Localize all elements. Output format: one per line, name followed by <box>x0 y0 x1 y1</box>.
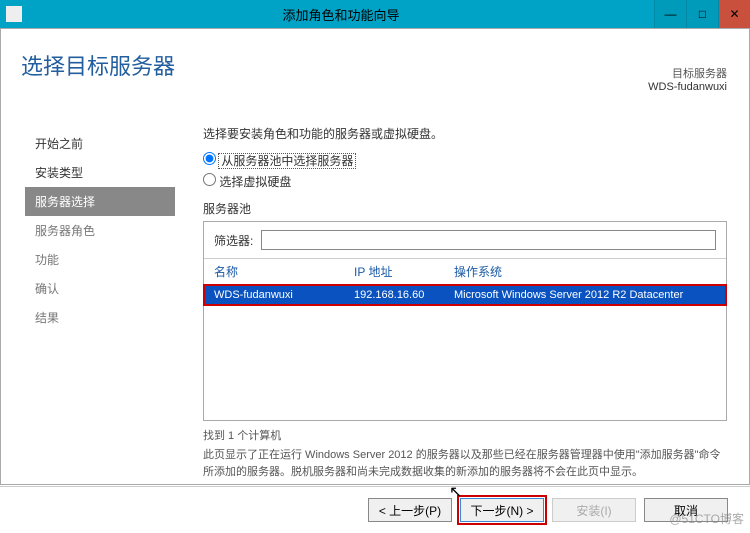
install-button: 安装(I) <box>552 498 636 522</box>
filter-label: 筛选器: <box>214 232 253 249</box>
minimize-button[interactable]: — <box>654 0 686 28</box>
main-panel: 选择要安装角色和功能的服务器或虚拟硬盘。 从服务器池中选择服务器 选择虚拟硬盘 … <box>203 125 727 480</box>
radio-vhd-label: 选择虚拟硬盘 <box>219 175 291 189</box>
wizard-footer: < 上一步(P) 下一步(N) > 安装(I) 取消 <box>0 486 750 533</box>
app-icon <box>6 6 22 22</box>
step-confirm: 确认 <box>25 274 175 303</box>
found-count: 找到 1 个计算机 <box>203 427 727 443</box>
explain-text: 此页显示了正在运行 Windows Server 2012 的服务器以及那些已经… <box>203 447 727 480</box>
filter-input[interactable] <box>261 230 716 250</box>
server-pool-box: 筛选器: 名称 IP 地址 操作系统 WDS-fudanwuxi 192.168… <box>203 221 727 421</box>
destination-label: 目标服务器 <box>648 65 727 81</box>
radio-from-pool[interactable]: 从服务器池中选择服务器 <box>203 152 727 169</box>
cell-ip: 192.168.16.60 <box>344 285 444 306</box>
step-server-selection[interactable]: 服务器选择 <box>25 187 175 216</box>
destination-info: 目标服务器 WDS-fudanwuxi <box>648 65 727 93</box>
titlebar: 添加角色和功能向导 — □ ✕ <box>0 0 750 28</box>
window-title: 添加角色和功能向导 <box>28 5 654 24</box>
cell-name: WDS-fudanwuxi <box>204 285 344 306</box>
step-server-roles: 服务器角色 <box>25 216 175 245</box>
server-table: 名称 IP 地址 操作系统 WDS-fudanwuxi 192.168.16.6… <box>204 258 726 305</box>
radio-from-pool-input[interactable] <box>203 152 216 165</box>
server-pool-label: 服务器池 <box>203 200 727 217</box>
page-heading: 选择目标服务器 <box>21 49 175 81</box>
col-ip[interactable]: IP 地址 <box>344 259 444 285</box>
radio-from-pool-label: 从服务器池中选择服务器 <box>219 154 355 168</box>
step-features: 功能 <box>25 245 175 274</box>
cell-os: Microsoft Windows Server 2012 R2 Datacen… <box>444 285 726 306</box>
prev-button[interactable]: < 上一步(P) <box>368 498 452 522</box>
cancel-button[interactable]: 取消 <box>644 498 728 522</box>
col-os[interactable]: 操作系统 <box>444 259 726 285</box>
instruction-text: 选择要安装角色和功能的服务器或虚拟硬盘。 <box>203 125 727 142</box>
maximize-button[interactable]: □ <box>686 0 718 28</box>
radio-vhd[interactable]: 选择虚拟硬盘 <box>203 173 727 190</box>
step-before-begin[interactable]: 开始之前 <box>25 129 175 158</box>
wizard-steps: 开始之前 安装类型 服务器选择 服务器角色 功能 确认 结果 <box>25 129 175 332</box>
step-results: 结果 <box>25 303 175 332</box>
radio-vhd-input[interactable] <box>203 173 216 186</box>
table-row[interactable]: WDS-fudanwuxi 192.168.16.60 Microsoft Wi… <box>204 285 726 306</box>
destination-server: WDS-fudanwuxi <box>648 81 727 93</box>
wizard-body: 选择目标服务器 目标服务器 WDS-fudanwuxi 开始之前 安装类型 服务… <box>0 28 750 485</box>
col-name[interactable]: 名称 <box>204 259 344 285</box>
step-install-type[interactable]: 安装类型 <box>25 158 175 187</box>
next-button[interactable]: 下一步(N) > <box>460 498 544 522</box>
close-button[interactable]: ✕ <box>718 0 750 28</box>
